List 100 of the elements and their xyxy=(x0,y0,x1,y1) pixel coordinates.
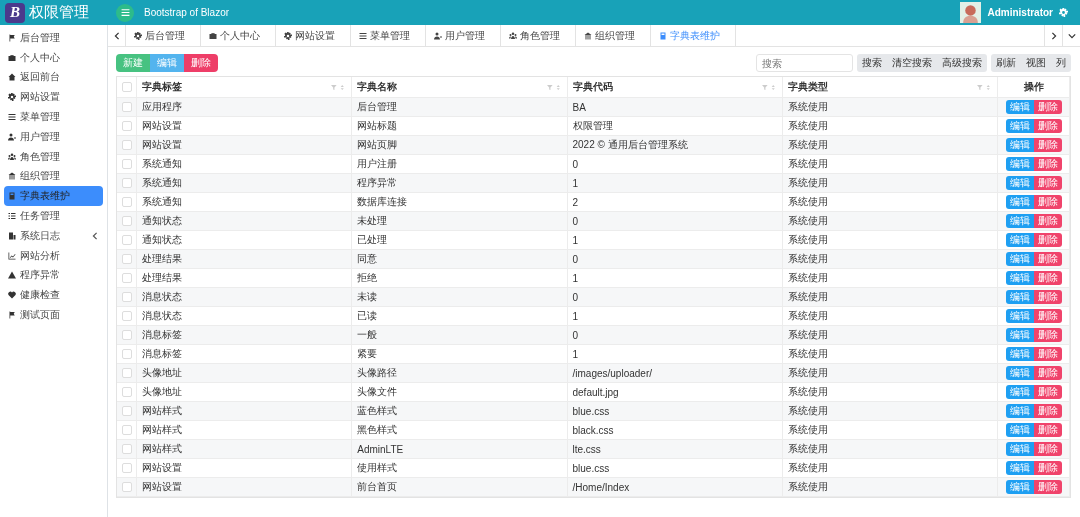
row-delete-button[interactable]: 删除 xyxy=(1033,138,1062,152)
sidebar-item[interactable]: 角色管理 xyxy=(4,146,103,167)
row-edit-button[interactable]: 编辑 xyxy=(1005,195,1034,209)
row-checkbox[interactable] xyxy=(121,330,132,340)
create-button[interactable]: 新建 xyxy=(116,54,150,72)
row-edit-button[interactable]: 编辑 xyxy=(1005,214,1034,228)
row-edit-button[interactable]: 编辑 xyxy=(1005,138,1034,152)
row-edit-button[interactable]: 编辑 xyxy=(1005,480,1034,494)
row-delete-button[interactable]: 删除 xyxy=(1033,252,1062,266)
row-checkbox[interactable] xyxy=(121,121,132,131)
view-tool-button[interactable]: 视图 xyxy=(1021,54,1051,72)
row-delete-button[interactable]: 删除 xyxy=(1033,195,1062,209)
row-delete-button[interactable]: 删除 xyxy=(1033,176,1062,190)
filter-sort-icon[interactable] xyxy=(761,83,777,91)
sidebar-item[interactable]: 测试页面 xyxy=(4,305,103,325)
row-edit-button[interactable]: 编辑 xyxy=(1005,233,1034,247)
row-delete-button[interactable]: 删除 xyxy=(1033,214,1062,228)
row-checkbox[interactable] xyxy=(121,197,132,207)
sidebar-item[interactable]: 字典表维护 xyxy=(4,186,103,207)
row-checkbox[interactable] xyxy=(121,102,132,112)
view-tool-button[interactable]: 列 xyxy=(1051,54,1071,72)
search-tool-button[interactable]: 清空搜索 xyxy=(887,54,937,72)
row-checkbox[interactable] xyxy=(121,444,132,454)
tab[interactable]: 个人中心 xyxy=(201,25,276,46)
sidebar-item[interactable]: 健康检查 xyxy=(4,285,103,306)
tab[interactable]: 菜单管理 xyxy=(351,25,426,46)
row-delete-button[interactable]: 删除 xyxy=(1033,404,1062,418)
row-edit-button[interactable]: 编辑 xyxy=(1005,290,1034,304)
menu-button[interactable] xyxy=(116,3,134,22)
row-edit-button[interactable]: 编辑 xyxy=(1005,385,1034,399)
row-checkbox[interactable] xyxy=(121,311,132,321)
row-delete-button[interactable]: 删除 xyxy=(1033,119,1062,133)
row-edit-button[interactable]: 编辑 xyxy=(1005,404,1034,418)
search-field[interactable]: 搜索 xyxy=(756,54,853,72)
row-edit-button[interactable]: 编辑 xyxy=(1005,442,1034,456)
row-edit-button[interactable]: 编辑 xyxy=(1005,347,1034,361)
sidebar-item[interactable]: 任务管理 xyxy=(4,206,103,226)
row-edit-button[interactable]: 编辑 xyxy=(1005,328,1034,342)
row-edit-button[interactable]: 编辑 xyxy=(1005,176,1034,190)
row-delete-button[interactable]: 删除 xyxy=(1033,328,1062,342)
row-edit-button[interactable]: 编辑 xyxy=(1005,252,1034,266)
row-delete-button[interactable]: 删除 xyxy=(1033,347,1062,361)
row-checkbox[interactable] xyxy=(121,216,132,226)
filter-sort-icon[interactable] xyxy=(977,83,992,91)
row-checkbox[interactable] xyxy=(121,235,132,245)
sidebar-item[interactable]: 系统日志 xyxy=(4,225,103,246)
sidebar-item[interactable]: 用户管理 xyxy=(4,127,103,147)
search-tool-button[interactable]: 搜索 xyxy=(857,54,887,72)
row-delete-button[interactable]: 删除 xyxy=(1033,233,1062,247)
tab[interactable]: 网站设置 xyxy=(276,25,351,46)
row-checkbox[interactable] xyxy=(121,140,132,150)
view-tool-button[interactable]: 刷新 xyxy=(991,54,1021,72)
row-delete-button[interactable]: 删除 xyxy=(1033,271,1062,285)
row-checkbox[interactable] xyxy=(121,463,132,473)
sidebar-item[interactable]: 后台管理 xyxy=(4,28,103,48)
row-delete-button[interactable]: 删除 xyxy=(1033,100,1062,114)
row-delete-button[interactable]: 删除 xyxy=(1033,385,1062,399)
delete-button[interactable]: 删除 xyxy=(184,54,218,72)
sidebar-item[interactable]: 网站分析 xyxy=(4,245,103,266)
sidebar-item[interactable]: 网站设置 xyxy=(4,87,103,108)
avatar[interactable] xyxy=(960,2,982,23)
filter-sort-icon[interactable] xyxy=(546,83,562,91)
row-delete-button[interactable]: 删除 xyxy=(1033,366,1062,380)
row-checkbox[interactable] xyxy=(121,254,132,264)
row-edit-button[interactable]: 编辑 xyxy=(1005,423,1034,437)
tab[interactable]: 角色管理 xyxy=(501,25,576,46)
row-checkbox[interactable] xyxy=(121,349,132,359)
row-edit-button[interactable]: 编辑 xyxy=(1005,100,1034,114)
row-delete-button[interactable]: 删除 xyxy=(1033,290,1062,304)
search-tool-button[interactable]: 高级搜索 xyxy=(937,54,987,72)
row-checkbox[interactable] xyxy=(121,159,132,169)
row-checkbox[interactable] xyxy=(121,482,132,492)
row-edit-button[interactable]: 编辑 xyxy=(1005,157,1034,171)
row-checkbox[interactable] xyxy=(121,406,132,416)
sidebar-item[interactable]: 程序异常 xyxy=(4,265,103,286)
settings-icon[interactable] xyxy=(1059,8,1068,17)
edit-button[interactable]: 编辑 xyxy=(150,54,184,72)
tab[interactable]: 后台管理 xyxy=(126,25,201,46)
row-delete-button[interactable]: 删除 xyxy=(1033,157,1062,171)
sidebar-item[interactable]: 组织管理 xyxy=(4,166,103,187)
row-delete-button[interactable]: 删除 xyxy=(1033,480,1062,494)
row-checkbox[interactable] xyxy=(121,387,132,397)
row-checkbox[interactable] xyxy=(121,292,132,302)
row-edit-button[interactable]: 编辑 xyxy=(1005,309,1034,323)
row-delete-button[interactable]: 删除 xyxy=(1033,423,1062,437)
row-edit-button[interactable]: 编辑 xyxy=(1005,119,1034,133)
row-checkbox[interactable] xyxy=(121,178,132,188)
select-all-checkbox[interactable] xyxy=(121,82,132,92)
sidebar-item[interactable]: 菜单管理 xyxy=(4,107,103,127)
row-edit-button[interactable]: 编辑 xyxy=(1005,271,1034,285)
filter-sort-icon[interactable] xyxy=(331,83,347,91)
sidebar-item[interactable]: 返回前台 xyxy=(4,67,103,88)
user-name[interactable]: Administrator xyxy=(987,7,1053,18)
row-delete-button[interactable]: 删除 xyxy=(1033,442,1062,456)
row-checkbox[interactable] xyxy=(121,425,132,435)
tab[interactable]: 用户管理 xyxy=(426,25,501,46)
row-delete-button[interactable]: 删除 xyxy=(1033,461,1062,475)
row-edit-button[interactable]: 编辑 xyxy=(1005,461,1034,475)
row-checkbox[interactable] xyxy=(121,368,132,378)
sidebar-item[interactable]: 个人中心 xyxy=(4,47,103,68)
